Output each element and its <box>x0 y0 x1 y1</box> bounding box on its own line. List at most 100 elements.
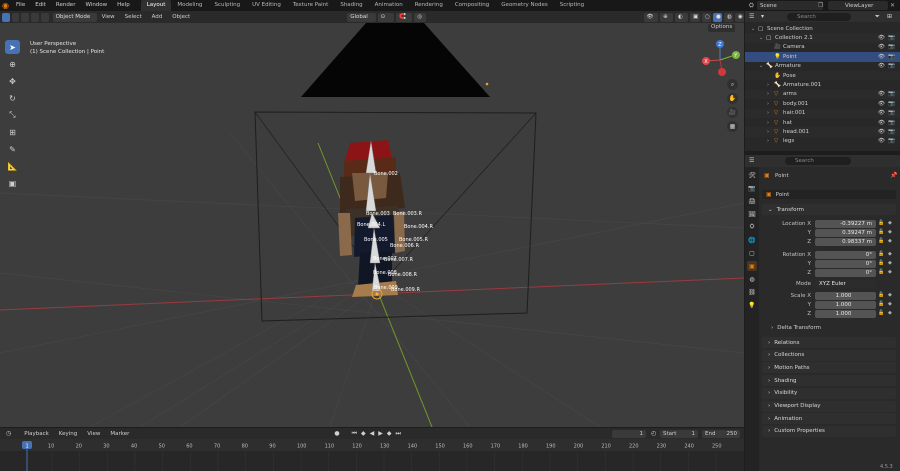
outliner-item[interactable]: ✋ Pose <box>745 71 900 81</box>
rotate-tool-icon[interactable]: ↻ <box>5 91 20 105</box>
lock-icon[interactable]: 🔓 <box>878 220 884 226</box>
lock-icon[interactable]: 🔓 <box>878 292 884 298</box>
measure-tool-icon[interactable]: 📐 <box>5 159 20 173</box>
menu-playback[interactable]: Playback <box>19 431 54 437</box>
outliner-item[interactable]: ⌄ ▢ Collection 2.1 👁 📷 <box>745 33 900 43</box>
disclosure-chevron-icon[interactable]: › <box>767 101 769 107</box>
workspace-tab-shading[interactable]: Shading <box>334 0 368 11</box>
shading-rendered-icon[interactable]: ◉ <box>734 12 744 22</box>
view-layer-selector[interactable]: ViewLayer <box>828 1 888 10</box>
render-tab-icon[interactable]: 📷 <box>747 183 757 193</box>
new-collection-icon[interactable]: ⊞ <box>887 13 892 20</box>
scale-y-field[interactable]: 1.000 <box>815 301 876 309</box>
render-camera-icon[interactable]: 📷 <box>888 120 895 126</box>
panel-header-relations[interactable]: › Relations <box>762 337 896 348</box>
disclosure-chevron-icon[interactable]: ⌄ <box>759 35 763 41</box>
blender-logo-icon[interactable]: ◉ <box>0 0 11 11</box>
pin-icon[interactable]: 📌 <box>890 172 897 179</box>
camera-view-icon[interactable]: 🎥 <box>727 107 738 118</box>
visibility-filter-icon[interactable]: 👁 <box>643 12 659 22</box>
workspace-tab-geometry-nodes[interactable]: Geometry Nodes <box>495 0 553 11</box>
render-camera-icon[interactable]: 📷 <box>888 110 895 116</box>
visibility-eye-icon[interactable]: 👁 <box>878 138 885 144</box>
proportional-edit-icon[interactable]: ◎ <box>414 12 426 22</box>
menu-timeline-view[interactable]: View <box>82 431 105 437</box>
keyframe-icon[interactable]: ◆ <box>888 220 892 226</box>
end-frame-field[interactable]: End 250 <box>702 429 740 438</box>
rotation-mode-dropdown[interactable]: XYZ Euler <box>815 280 876 288</box>
render-camera-icon[interactable]: 📷 <box>888 138 895 144</box>
disclosure-chevron-icon[interactable]: › <box>767 82 769 88</box>
transform-orientation-dropdown[interactable]: Global <box>347 12 376 22</box>
disclosure-chevron-icon[interactable]: › <box>767 110 769 116</box>
menu-help[interactable]: Help <box>112 0 135 11</box>
annotate-tool-icon[interactable]: ✎ <box>5 142 20 156</box>
panel-header-motion-paths[interactable]: › Motion Paths <box>762 362 896 374</box>
copy-icon[interactable]: ❐ <box>818 2 823 9</box>
select-tool-icon[interactable]: ➤ <box>5 40 20 54</box>
prev-keyframe-icon[interactable]: ◆ <box>361 430 366 437</box>
menu-window[interactable]: Window <box>80 0 112 11</box>
transform-panel-header[interactable]: ⌄ Transform <box>762 204 896 215</box>
visibility-eye-icon[interactable]: 👁 <box>878 101 885 107</box>
visibility-eye-icon[interactable]: 👁 <box>878 63 885 69</box>
keyframe-icon[interactable]: ◆ <box>888 260 892 266</box>
properties-editor-icon[interactable]: ☰ <box>749 157 754 164</box>
outliner-item[interactable]: ⌄ 🦴 Armature 👁 📷 <box>745 62 900 71</box>
outliner-item[interactable]: › ▽ arms 👁 📷 <box>745 89 900 100</box>
workspace-tab-sculpting[interactable]: Sculpting <box>208 0 246 11</box>
snap-toggle-icon[interactable]: 🧲 <box>395 12 413 22</box>
menu-keying[interactable]: Keying <box>54 431 82 437</box>
visibility-eye-icon[interactable]: 👁 <box>878 91 885 97</box>
outliner-editor-icon[interactable]: ☰ <box>749 13 754 20</box>
lock-icon[interactable]: 🔓 <box>878 251 884 257</box>
timeline-editor-icon[interactable]: ◷ <box>6 430 11 437</box>
outliner-item[interactable]: › ▽ hair.001 👁 📷 <box>745 108 900 118</box>
disclosure-chevron-icon[interactable]: ⌄ <box>751 26 755 32</box>
3d-viewport[interactable]: Bone.002 Bone.003 Bone.003.R Bone.004.L … <box>0 23 744 427</box>
pan-hand-icon[interactable]: ✋ <box>727 93 738 104</box>
add-cube-tool-icon[interactable]: ▣ <box>5 176 20 190</box>
menu-render[interactable]: Render <box>51 0 81 11</box>
render-camera-icon[interactable]: 📷 <box>888 129 895 135</box>
disclosure-chevron-icon[interactable]: ⌄ <box>759 63 763 69</box>
disclosure-chevron-icon[interactable]: › <box>767 120 769 126</box>
keyframe-icon[interactable]: ◆ <box>888 301 892 307</box>
visibility-eye-icon[interactable]: 👁 <box>878 120 885 126</box>
visibility-eye-icon[interactable]: 👁 <box>878 44 885 50</box>
zoom-icon[interactable]: ⌕ <box>727 79 738 90</box>
close-icon[interactable]: ✕ <box>890 2 895 9</box>
view-layer-tab-icon[interactable]: 🖼 <box>747 209 757 219</box>
visibility-eye-icon[interactable]: 👁 <box>878 35 885 41</box>
scene-icon[interactable]: ⛭ <box>749 2 754 10</box>
grid-perspective-icon[interactable]: ▦ <box>727 121 738 132</box>
render-camera-icon[interactable]: 📷 <box>888 101 895 107</box>
pivot-point-dropdown[interactable]: ⊙ <box>377 12 394 22</box>
overlay-toggle-icon[interactable]: ◐ <box>675 12 688 22</box>
gizmo-toggle-icon[interactable]: ⊕ <box>660 12 674 22</box>
outliner-search-input[interactable]: Search <box>787 12 851 21</box>
delta-transform-header[interactable]: › Delta Transform <box>771 325 821 331</box>
outliner-item[interactable]: 💡 Point 👁 📷 <box>745 52 900 62</box>
outliner-item[interactable]: › ▽ body.001 👁 📷 <box>745 99 900 108</box>
outliner-item[interactable]: › ▽ hat 👁 📷 <box>745 118 900 127</box>
disclosure-chevron-icon[interactable]: › <box>767 129 769 135</box>
visibility-eye-icon[interactable]: 👁 <box>878 54 885 60</box>
scale-tool-icon[interactable]: ⤡ <box>5 108 20 122</box>
start-frame-field[interactable]: Start 1 <box>660 429 698 438</box>
lock-icon[interactable]: 🔓 <box>878 238 884 244</box>
record-icon[interactable]: ● <box>334 430 339 437</box>
menu-file[interactable]: File <box>11 0 30 11</box>
workspace-tab-scripting[interactable]: Scripting <box>554 0 590 11</box>
transform-tool-icon[interactable]: ⊞ <box>5 125 20 139</box>
select-subtract-icon[interactable] <box>21 12 30 22</box>
shading-solid-icon[interactable]: ● <box>712 12 722 22</box>
lock-icon[interactable]: 🔓 <box>878 269 884 275</box>
workspace-tab-modeling[interactable]: Modeling <box>171 0 208 11</box>
lock-icon[interactable]: 🔓 <box>878 260 884 266</box>
select-intersect-icon[interactable] <box>40 12 49 22</box>
workspace-tab-rendering[interactable]: Rendering <box>409 0 449 11</box>
panel-header-custom-properties[interactable]: › Custom Properties <box>762 425 896 437</box>
render-camera-icon[interactable]: 📷 <box>888 44 895 50</box>
current-frame-field[interactable]: 1 <box>612 429 646 438</box>
